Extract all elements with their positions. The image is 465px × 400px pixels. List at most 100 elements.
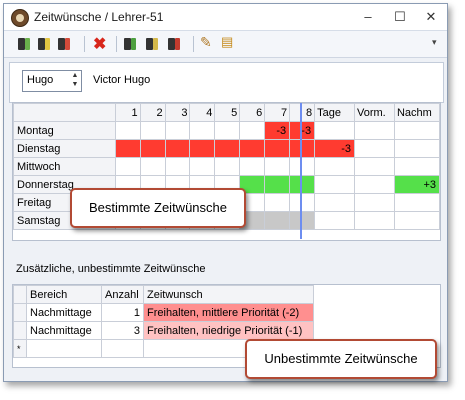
toolbar-weight-high-button[interactable] [58, 35, 70, 53]
grid-cell[interactable] [164, 139, 191, 158]
teacher-spinner[interactable]: Hugo ▲ ▼ [22, 70, 82, 92]
grid-cell-blocked[interactable] [289, 211, 316, 230]
row-selector[interactable] [13, 303, 27, 322]
plug-icon [18, 38, 25, 50]
toolbar-mark-mid-button[interactable] [146, 35, 158, 53]
grid-cell[interactable] [314, 193, 355, 212]
minimize-button[interactable]: – [355, 7, 381, 27]
grid-cell[interactable] [239, 121, 266, 140]
grid-cell[interactable] [164, 121, 191, 140]
grid-cell[interactable] [214, 121, 241, 140]
grid-cell[interactable]: -3 [314, 139, 355, 158]
list-row[interactable]: Nachmittage 3 Freihalten, niedrige Prior… [13, 321, 314, 340]
grid-cell[interactable] [264, 193, 291, 212]
grid-cell[interactable] [264, 175, 291, 194]
battery-icon [25, 38, 30, 50]
grid-cell[interactable] [393, 193, 441, 212]
grid-cell[interactable]: -3 [289, 121, 316, 140]
grid-cell[interactable] [314, 211, 355, 230]
section-label-unbestimmte: Zusätzliche, unbestimmte Zeitwünsche [16, 263, 206, 275]
grid-cell[interactable] [289, 139, 316, 158]
grid-cell[interactable] [354, 211, 395, 230]
grid-cell[interactable] [354, 139, 395, 158]
grid-cell[interactable] [139, 139, 166, 158]
grid-cell[interactable] [289, 175, 316, 194]
list-header-row: Bereich Anzahl Zeitwunsch [13, 285, 314, 304]
grid-cell[interactable] [354, 175, 395, 194]
row-selector[interactable] [13, 321, 27, 340]
battery-icon [131, 38, 136, 50]
grid-cell[interactable] [264, 157, 291, 176]
grid-cell[interactable] [114, 121, 141, 140]
toolbar-mark-high-button[interactable] [168, 35, 180, 53]
bereich-cell[interactable]: Nachmittage [26, 321, 102, 340]
delete-x-icon[interactable]: ✖ [93, 34, 106, 53]
zeitwunsch-cell[interactable]: Freihalten, niedrige Priorität (-1) [143, 321, 314, 340]
grid-cell[interactable] [354, 157, 395, 176]
grid-cell[interactable] [289, 193, 316, 212]
grid-cell[interactable] [314, 157, 355, 176]
grid-cell[interactable] [239, 157, 266, 176]
document-list-icon[interactable]: ▤ [221, 34, 233, 52]
callout-bestimmte: Bestimmte Zeitwünsche [70, 188, 246, 228]
toolbar-separator [193, 36, 194, 52]
grid-cell[interactable] [114, 139, 141, 158]
toolbar-weight-low-button[interactable] [18, 35, 30, 53]
col-header: 4 [189, 103, 216, 122]
edit-pencil-icon[interactable]: ✎ [200, 34, 212, 52]
grid-cell[interactable]: -3 [264, 121, 291, 140]
day-label: Montag [13, 121, 116, 140]
grid-cell[interactable] [354, 193, 395, 212]
toolbar-weight-mid-button[interactable] [38, 35, 50, 53]
plug-icon [124, 38, 131, 50]
toolbar-mark-low-button[interactable] [124, 35, 136, 53]
arrow-down-icon[interactable]: ▼ [70, 80, 80, 89]
grid-cell[interactable] [189, 157, 216, 176]
toolbar-separator [116, 36, 117, 52]
list-row[interactable]: Nachmittage 1 Freihalten, mittlere Prior… [13, 303, 314, 322]
close-button[interactable]: ✕ [418, 7, 444, 27]
grid-cell[interactable] [189, 121, 216, 140]
col-header: 1 [114, 103, 141, 122]
grid-cell[interactable] [393, 121, 441, 140]
grid-cell[interactable] [314, 121, 355, 140]
col-header-nachm: Nachm [393, 103, 441, 122]
bereich-cell[interactable] [26, 339, 102, 358]
bereich-cell[interactable]: Nachmittage [26, 303, 102, 322]
grid-cell[interactable] [393, 139, 441, 158]
grid-cell[interactable] [214, 157, 241, 176]
zeitwunsch-cell[interactable]: Freihalten, mittlere Priorität (-2) [143, 303, 314, 322]
maximize-button[interactable]: ☐ [387, 7, 413, 27]
anzahl-cell[interactable]: 3 [101, 321, 144, 340]
arrow-up-icon[interactable]: ▲ [70, 71, 80, 80]
grid-cell[interactable] [264, 139, 291, 158]
battery-icon [45, 38, 50, 50]
anzahl-cell[interactable]: 1 [101, 303, 144, 322]
grid-header-row: 1 2 3 4 5 6 7 8 Tage Vorm. Nachm [13, 103, 441, 122]
grid-cell[interactable] [289, 157, 316, 176]
teacher-short-name[interactable]: Hugo [27, 74, 53, 86]
grid-cell[interactable] [393, 157, 441, 176]
grid-cell[interactable] [139, 157, 166, 176]
new-row-marker[interactable]: * [13, 339, 27, 358]
grid-cell[interactable] [189, 139, 216, 158]
col-header: 6 [239, 103, 266, 122]
grid-cell-blocked[interactable] [264, 211, 291, 230]
grid-cell[interactable] [114, 157, 141, 176]
toolbar-overflow-chevron-icon[interactable]: ▾ [432, 37, 437, 55]
grid-cell[interactable] [139, 121, 166, 140]
col-header: 7 [264, 103, 291, 122]
grid-cell[interactable] [239, 139, 266, 158]
grid-cell[interactable] [354, 121, 395, 140]
grid-row-dienstag: Dienstag -3 [13, 139, 441, 158]
grid-cell[interactable] [214, 139, 241, 158]
anzahl-cell[interactable] [101, 339, 144, 358]
grid-cell[interactable] [164, 157, 191, 176]
col-header-bereich: Bereich [26, 285, 102, 304]
spinner-arrows[interactable]: ▲ ▼ [70, 71, 80, 89]
col-header: 3 [164, 103, 191, 122]
grid-cell[interactable] [314, 175, 355, 194]
col-header-anzahl: Anzahl [101, 285, 144, 304]
grid-cell[interactable] [393, 211, 441, 230]
grid-cell[interactable]: +3 [393, 175, 441, 194]
